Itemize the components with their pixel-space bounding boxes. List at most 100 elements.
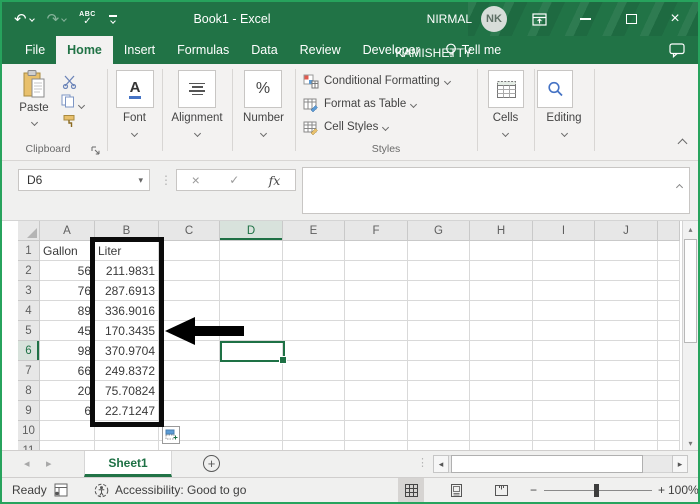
name-box[interactable]: D6 ▾: [18, 169, 150, 191]
undo-dropdown-icon[interactable]: [28, 16, 35, 22]
editing-dropdown-icon[interactable]: [534, 127, 594, 139]
cell-B2[interactable]: 211.9831: [95, 261, 159, 281]
cell-J11[interactable]: [595, 441, 658, 450]
horizontal-scroll-thumb[interactable]: [451, 455, 643, 473]
cell-B4[interactable]: 336.9016: [95, 301, 159, 321]
column-header-D[interactable]: D: [220, 221, 283, 241]
new-sheet-button[interactable]: +: [203, 455, 220, 472]
sheet-nav-left-icon[interactable]: ◂: [24, 451, 30, 477]
autofill-options-button[interactable]: [162, 426, 180, 444]
scroll-left-icon[interactable]: ◂: [433, 455, 449, 473]
tab-review[interactable]: Review: [289, 36, 352, 64]
paste-button[interactable]: Paste: [15, 69, 53, 128]
cells-dropdown-icon[interactable]: [477, 127, 534, 139]
row-header-7[interactable]: 7: [18, 361, 40, 381]
insert-function-icon[interactable]: fx: [269, 173, 281, 188]
cell-A10[interactable]: [40, 421, 95, 441]
cell-C4[interactable]: [159, 301, 220, 321]
cell-H7[interactable]: [470, 361, 533, 381]
cell-D5[interactable]: [220, 321, 283, 341]
cell-H10[interactable]: [470, 421, 533, 441]
column-header-A[interactable]: A: [40, 221, 95, 241]
tab-home[interactable]: Home: [56, 36, 113, 64]
column-header-I[interactable]: I: [533, 221, 595, 241]
customize-qat-button[interactable]: [108, 15, 117, 24]
cell-H4[interactable]: [470, 301, 533, 321]
zoom-out-button[interactable]: −: [530, 478, 537, 502]
cell-E7[interactable]: [283, 361, 345, 381]
row-header-11[interactable]: 11: [18, 441, 40, 450]
cell-G3[interactable]: [408, 281, 470, 301]
cell-H5[interactable]: [470, 321, 533, 341]
tab-file[interactable]: File: [14, 36, 56, 64]
view-page-break-button[interactable]: [488, 478, 514, 502]
cell-D1[interactable]: [220, 241, 283, 261]
cell-J10[interactable]: [595, 421, 658, 441]
cell-A3[interactable]: 76: [40, 281, 95, 301]
paste-dropdown-icon[interactable]: [30, 118, 38, 127]
copy-button[interactable]: [61, 94, 75, 111]
cells-button[interactable]: [488, 70, 524, 108]
cell-D2[interactable]: [220, 261, 283, 281]
cell-B9[interactable]: 22.71247: [95, 401, 159, 421]
spell-check-button[interactable]: ABC ✓: [79, 11, 96, 27]
cut-button[interactable]: [62, 74, 77, 92]
cell-A2[interactable]: 56: [40, 261, 95, 281]
editing-group-label[interactable]: Editing: [534, 112, 594, 124]
formula-input[interactable]: [302, 167, 690, 214]
cell-partial[interactable]: [658, 301, 680, 321]
cell-F7[interactable]: [345, 361, 408, 381]
cell-F9[interactable]: [345, 401, 408, 421]
cell-E9[interactable]: [283, 401, 345, 421]
redo-button[interactable]: ↷: [47, 10, 67, 28]
tabbar-separator[interactable]: ⋮: [417, 456, 428, 469]
cell-F3[interactable]: [345, 281, 408, 301]
number-group-label[interactable]: Number: [232, 112, 295, 124]
cell-partial[interactable]: [658, 401, 680, 421]
column-header-G[interactable]: G: [408, 221, 470, 241]
maximize-button[interactable]: [618, 2, 644, 36]
expand-formula-bar-icon[interactable]: [675, 177, 684, 195]
cell-E5[interactable]: [283, 321, 345, 341]
cell-partial[interactable]: [658, 321, 680, 341]
cell-partial[interactable]: [658, 441, 680, 450]
editing-button[interactable]: [537, 70, 573, 108]
vertical-scrollbar[interactable]: ▴ ▾: [682, 221, 698, 450]
cell-J8[interactable]: [595, 381, 658, 401]
format-painter-button[interactable]: [62, 114, 77, 132]
cell-partial[interactable]: [658, 281, 680, 301]
cell-B8[interactable]: 75.70824: [95, 381, 159, 401]
conditional-formatting-button[interactable]: Conditional Formatting: [303, 72, 451, 90]
cell-D4[interactable]: [220, 301, 283, 321]
row-header-4[interactable]: 4: [18, 301, 40, 321]
cell-I4[interactable]: [533, 301, 595, 321]
cell-E10[interactable]: [283, 421, 345, 441]
cell-partial[interactable]: [658, 361, 680, 381]
cell-C5[interactable]: [159, 321, 220, 341]
cell-I8[interactable]: [533, 381, 595, 401]
cell-B7[interactable]: 249.8372: [95, 361, 159, 381]
cell-A4[interactable]: 89: [40, 301, 95, 321]
close-button[interactable]: ×: [660, 2, 690, 36]
user-avatar[interactable]: NK: [481, 6, 507, 32]
tab-data[interactable]: Data: [240, 36, 288, 64]
tab-insert[interactable]: Insert: [113, 36, 166, 64]
cell-B11[interactable]: [95, 441, 159, 450]
cell-styles-button[interactable]: Cell Styles: [303, 118, 390, 136]
feedback-icon[interactable]: [669, 43, 686, 61]
column-header-J[interactable]: J: [595, 221, 658, 241]
cell-G8[interactable]: [408, 381, 470, 401]
cell-partial[interactable]: [658, 241, 680, 261]
cells-group-label[interactable]: Cells: [477, 112, 534, 124]
zoom-in-button[interactable]: +: [658, 478, 665, 502]
tab-formulas[interactable]: Formulas: [166, 36, 240, 64]
row-header-9[interactable]: 9: [18, 401, 40, 421]
cell-B10[interactable]: [95, 421, 159, 441]
cell-I3[interactable]: [533, 281, 595, 301]
cell-C8[interactable]: [159, 381, 220, 401]
macro-record-button[interactable]: [54, 478, 68, 502]
cell-B3[interactable]: 287.6913: [95, 281, 159, 301]
cell-B5[interactable]: 170.3435: [95, 321, 159, 341]
cell-G11[interactable]: [408, 441, 470, 450]
clipboard-dialog-launcher[interactable]: [90, 145, 100, 158]
